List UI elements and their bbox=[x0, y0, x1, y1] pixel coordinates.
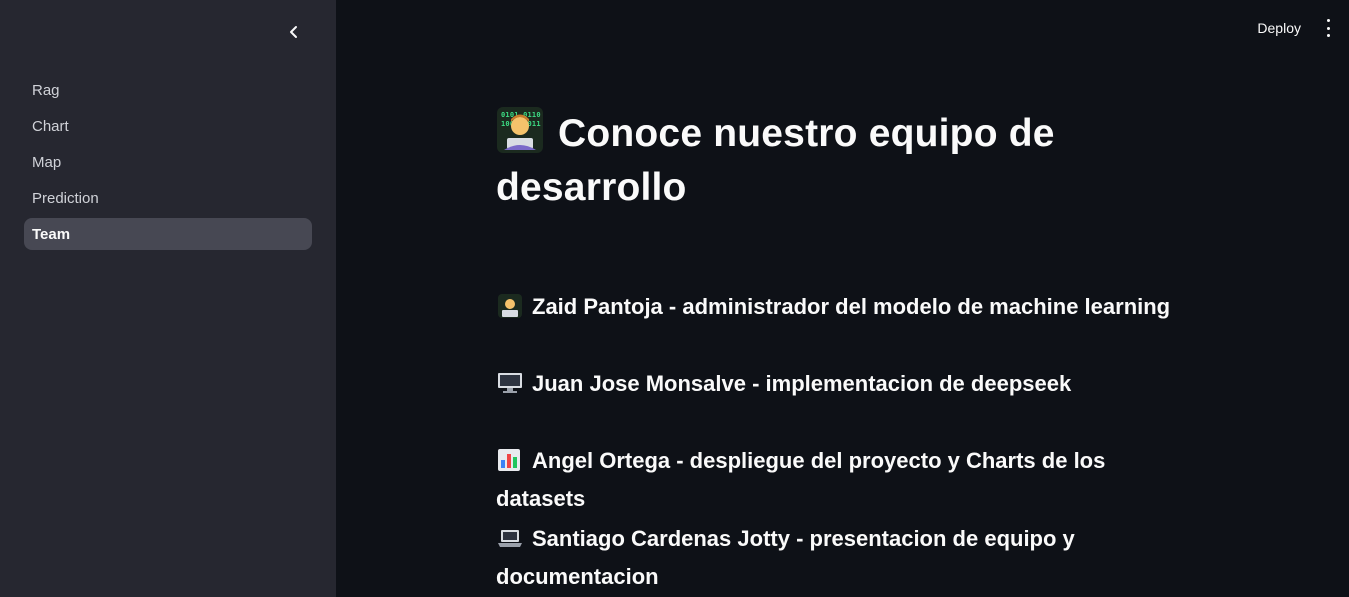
sidebar-item-label: Prediction bbox=[32, 189, 99, 207]
sidebar-nav: Rag Chart Map Prediction Team bbox=[24, 74, 312, 254]
sidebar-item-label: Team bbox=[32, 225, 71, 243]
sidebar: Rag Chart Map Prediction Team bbox=[0, 0, 336, 597]
technologist-icon bbox=[498, 294, 522, 318]
sidebar-item-map[interactable]: Map bbox=[24, 146, 312, 178]
team-member-row: Angel Ortega - despliegue del proyecto y… bbox=[496, 442, 1196, 518]
app-window: Rag Chart Map Prediction Team Deploy 010… bbox=[0, 0, 1349, 597]
sidebar-item-rag[interactable]: Rag bbox=[24, 74, 312, 106]
team-member-row: Juan Jose Monsalve - implementacion de d… bbox=[496, 365, 1196, 403]
page-content: 0101 0110 1001 0011 Conoce nuestro equip… bbox=[496, 106, 1216, 215]
desktop-computer-icon bbox=[498, 373, 522, 393]
collapse-sidebar-button[interactable] bbox=[280, 18, 308, 46]
laptop-icon bbox=[498, 530, 522, 547]
sidebar-item-label: Chart bbox=[32, 117, 69, 135]
team-member-text: Juan Jose Monsalve - implementacion de d… bbox=[532, 371, 1072, 396]
bar-chart-icon bbox=[498, 449, 520, 471]
sidebar-item-team[interactable]: Team bbox=[24, 218, 312, 250]
sidebar-item-prediction[interactable]: Prediction bbox=[24, 182, 312, 214]
chevron-left-icon bbox=[290, 26, 297, 38]
sidebar-item-label: Rag bbox=[32, 81, 60, 99]
main-content: Deploy 0101 0110 1001 0011 Conoce nuestr… bbox=[336, 0, 1349, 597]
technologist-icon: 0101 0110 1001 0011 bbox=[497, 107, 543, 153]
sidebar-item-chart[interactable]: Chart bbox=[24, 110, 312, 142]
page-title-text: Conoce nuestro equipo de desarrollo bbox=[496, 112, 1055, 209]
deploy-button[interactable]: Deploy bbox=[1257, 20, 1301, 36]
team-member-text: Zaid Pantoja - administrador del modelo … bbox=[532, 294, 1171, 319]
page-title: 0101 0110 1001 0011 Conoce nuestro equip… bbox=[496, 106, 1216, 215]
team-member-text: Santiago Cardenas Jotty - presentacion d… bbox=[496, 526, 1075, 589]
kebab-menu-icon[interactable] bbox=[1323, 19, 1333, 37]
team-member-text: Angel Ortega - despliegue del proyecto y… bbox=[496, 448, 1106, 511]
team-member-row: Zaid Pantoja - administrador del modelo … bbox=[496, 288, 1196, 326]
team-member-row: Santiago Cardenas Jotty - presentacion d… bbox=[496, 520, 1196, 596]
sidebar-item-label: Map bbox=[32, 153, 62, 171]
